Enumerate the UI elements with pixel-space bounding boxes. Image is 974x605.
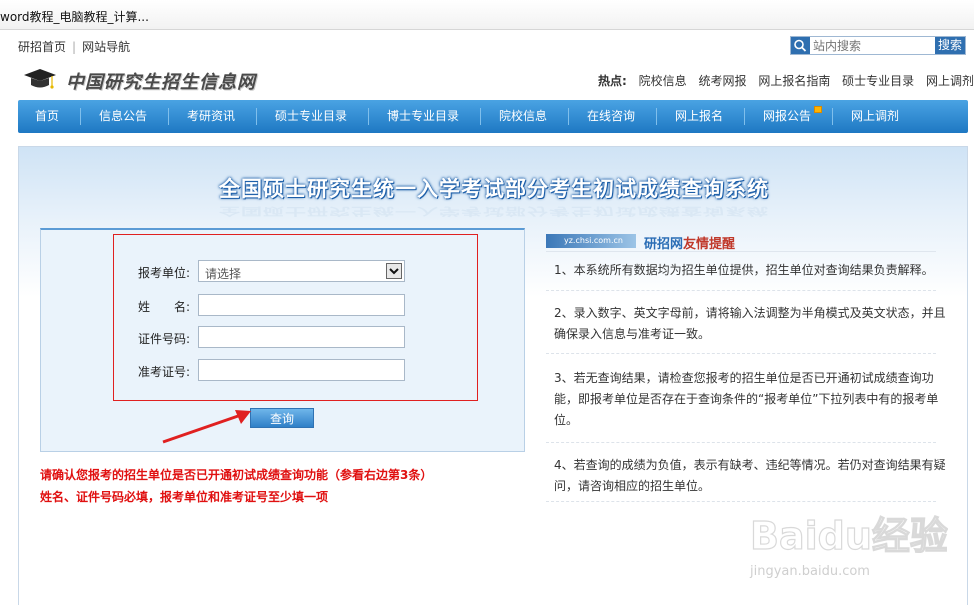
nav-divider [832,108,833,125]
browser-tab-title[interactable]: word教程_电脑教程_计算... [0,8,149,25]
nav-divider [568,108,569,125]
top-links: 研招首页 | 网站导航 [18,38,130,55]
red-arrow-annotation [162,410,251,444]
tips-title-site: 研招网 [644,237,684,252]
hot-link[interactable]: 硕士专业目录 [842,74,914,88]
unit-select[interactable]: 请选择 [198,260,405,282]
nav-item-adjust[interactable]: 网上调剂 [851,100,899,133]
name-label: 姓 名: [138,300,191,314]
nav-item-register-notice[interactable]: 网报公告 [763,100,811,133]
watermark-text: Baidu经验 [750,514,948,558]
id-number-field[interactable] [198,326,405,348]
unit-select-value: 请选择 [205,267,242,281]
search-button[interactable]: 搜索 [935,37,965,54]
tip-item: 4、若查询的成绩为负值，表示有缺考、违纪等情况。若仍对查询结果有疑问，请咨询相应… [554,458,946,493]
ticket-number-field[interactable] [198,359,405,381]
site-logo-text[interactable]: 中国研究生招生信息网 [66,68,256,94]
new-badge-icon [814,106,822,113]
name-field[interactable] [198,294,405,316]
note-line: 姓名、证件号码必填，报考单位和准考证号至少填一项 [40,490,329,504]
tip-item: 3、若无查询结果，请检查您报考的招生单位是否已开通初试成绩查询功能，即报考单位是… [554,371,939,427]
id-row: 证件号码: [138,326,438,348]
top-utility-bar: 研招首页 | 网站导航 搜索 [0,30,974,60]
home-link[interactable]: 研招首页 [18,40,66,54]
nav-item-doctor-catalog[interactable]: 博士专业目录 [387,100,459,133]
watermark-url: jingyan.baidu.com [749,564,870,579]
nav-divider [256,108,257,125]
tip-divider [546,353,936,354]
note-line: 请确认您报考的招生单位是否已开通初试成绩查询功能（参看右边第3条） [40,468,433,482]
search-icon[interactable] [791,37,810,54]
tip-divider [546,442,936,443]
name-row: 姓 名: [138,294,438,316]
tips-header: yz.chsi.com.cn 研招网友情提醒 [546,232,936,252]
nav-divider [744,108,745,125]
main-nav: 首页 信息公告 考研资讯 硕士专业目录 博士专业目录 院校信息 在线咨询 网上报… [18,100,968,133]
nav-item-news[interactable]: 考研资讯 [187,100,235,133]
nav-divider [656,108,657,125]
tip-item: 1、本系统所有数据均为招生单位提供，招生单位对查询结果负责解释。 [554,263,934,277]
nav-divider [480,108,481,125]
nav-item-consult[interactable]: 在线咨询 [587,100,635,133]
baidu-jingyan-watermark: Baidu经验 jingyan.baidu.com [748,493,948,583]
tips-title-reminder: 友情提醒 [683,237,736,252]
site-nav-link[interactable]: 网站导航 [82,40,130,54]
system-title-reflection: 全国硕士研究生统一入学考试部分考生初试成绩查询系统 [219,205,769,218]
site-search: 搜索 [790,36,966,55]
ticket-number-label: 准考证号: [138,365,191,379]
tips-logo: yz.chsi.com.cn [546,234,636,248]
nav-divider [368,108,369,125]
hot-link[interactable]: 网上报名指南 [758,74,830,88]
tip-item: 2、录入数字、英文字母前，请将输入法调整为半角模式及英文状态，并且确保录入信息与… [554,306,946,341]
browser-tab-bar: word教程_电脑教程_计算... [0,0,974,30]
hot-link[interactable]: 网上调剂 [926,74,974,88]
system-title: 全国硕士研究生统一入学考试部分考生初试成绩查询系统 [219,177,769,201]
nav-item-notices[interactable]: 信息公告 [99,100,147,133]
hot-link[interactable]: 统考网报 [698,74,746,88]
site-header: 中国研究生招生信息网 热点: 院校信息 统考网报 网上报名指南 硕士专业目录 网… [0,60,974,96]
graduation-cap-icon[interactable] [22,66,58,94]
nav-item-schools[interactable]: 院校信息 [499,100,547,133]
divider: | [72,40,77,54]
query-form-panel: 报考单位: 请选择 姓 名: 证件号码: 准考证号: 查询 [40,228,525,452]
nav-item-home[interactable]: 首页 [35,100,59,133]
unit-label: 报考单位: [138,266,191,280]
hot-links: 热点: 院校信息 统考网报 网上报名指南 硕士专业目录 网上调剂 [598,72,974,89]
nav-item-register[interactable]: 网上报名 [675,100,723,133]
tip-divider [546,290,936,291]
hot-label: 热点: [598,74,627,88]
chevron-down-icon[interactable] [386,263,402,279]
id-number-label: 证件号码: [138,332,191,346]
nav-divider [168,108,169,125]
search-input[interactable] [813,37,933,54]
unit-row: 报考单位: 请选择 [138,260,438,282]
tips-title: 研招网友情提醒 [644,233,735,252]
nav-item-master-catalog[interactable]: 硕士专业目录 [275,100,347,133]
hot-link[interactable]: 院校信息 [639,74,687,88]
highlight-box: 报考单位: 请选择 姓 名: 证件号码: 准考证号: [113,234,478,401]
nav-divider [80,108,81,125]
ticket-row: 准考证号: [138,359,438,381]
